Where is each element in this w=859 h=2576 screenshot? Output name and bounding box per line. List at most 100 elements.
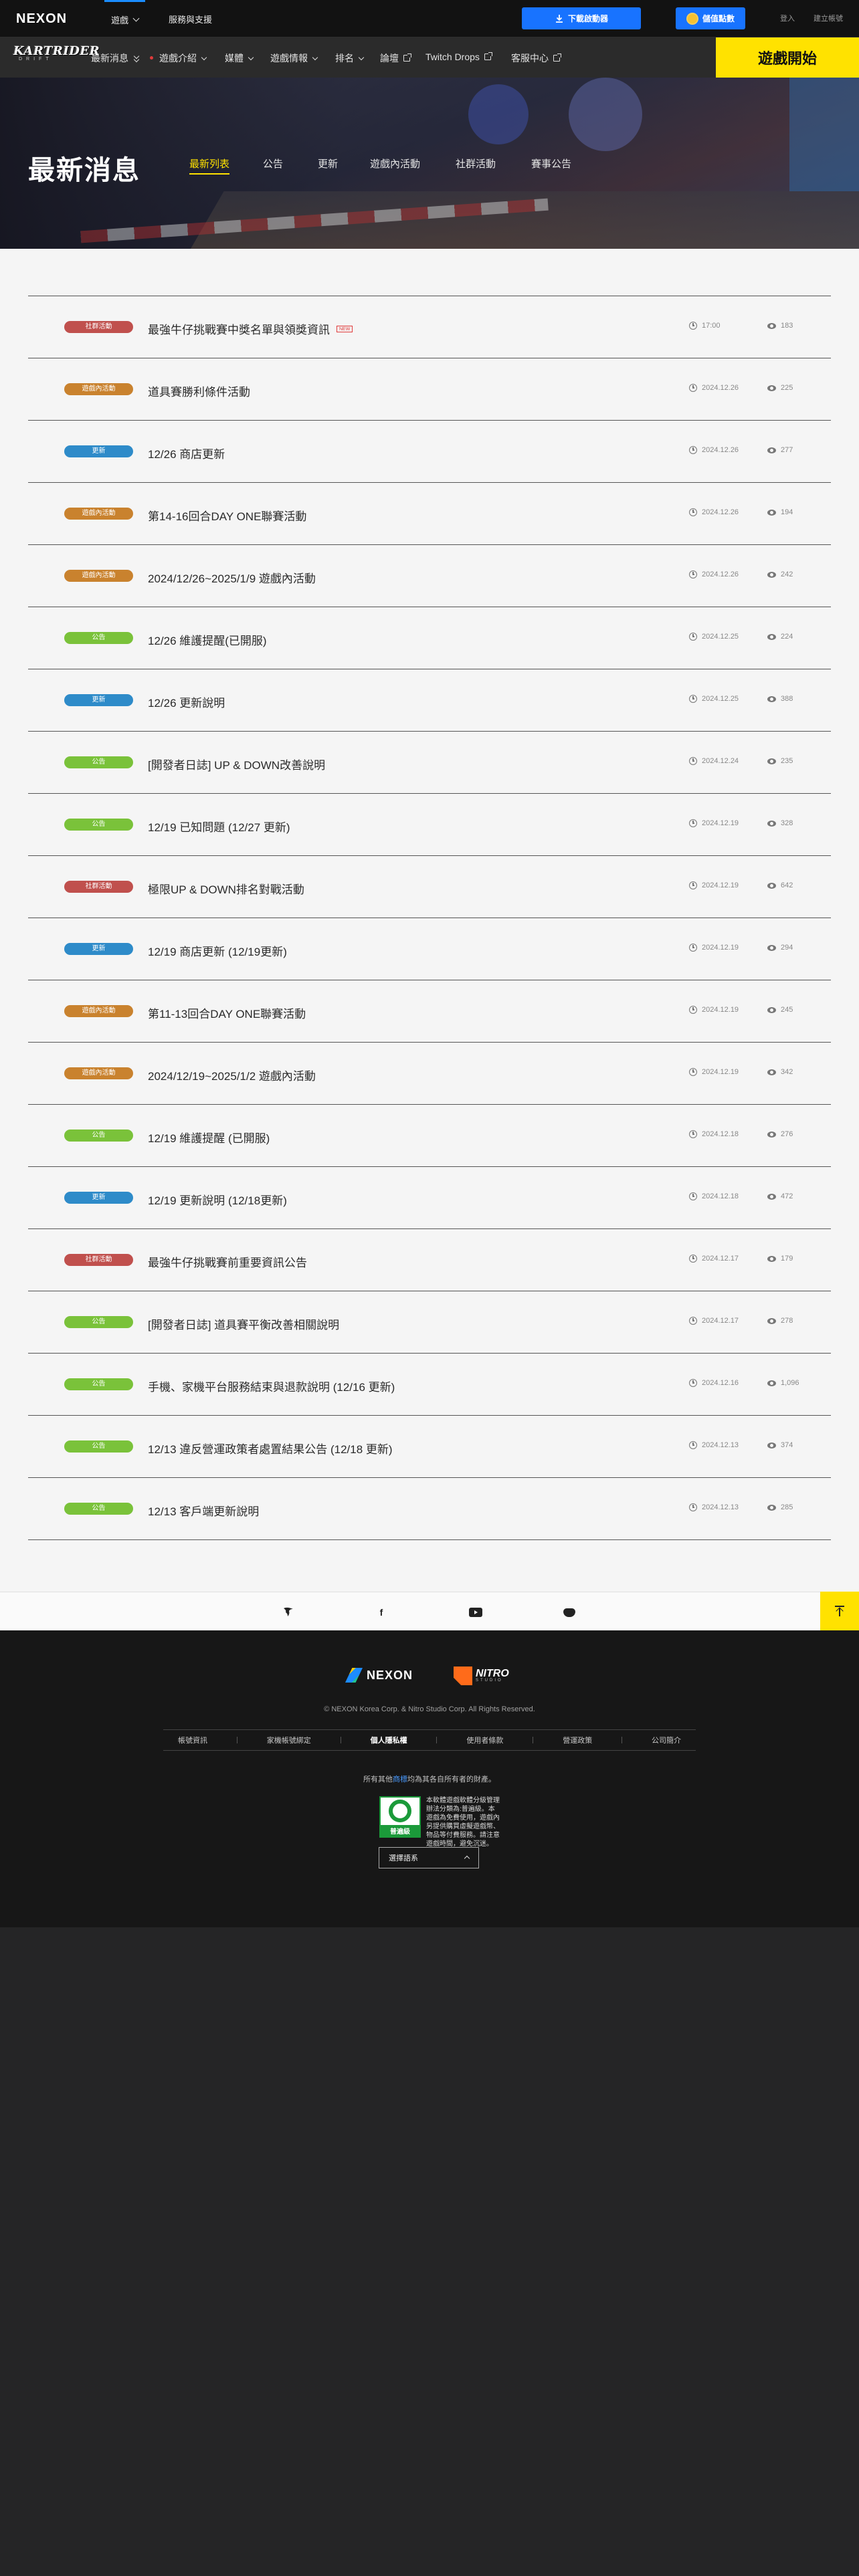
tab-announcements[interactable]: 公告	[263, 156, 283, 171]
news-row[interactable]: 公告 12/13 客戶端更新說明 2024.12.13 285	[28, 1478, 831, 1540]
news-row[interactable]: 社群活動 最強牛仔挑戰賽前重要資訊公告 2024.12.17 179	[28, 1229, 831, 1291]
tab-latest[interactable]: 最新列表	[189, 156, 230, 175]
news-title-wrap[interactable]: 12/19 更新說明 (12/18更新)	[148, 1191, 287, 1208]
footer-link-terms[interactable]: 使用者條款	[466, 1735, 503, 1745]
news-title-wrap[interactable]: 道具賽勝利條件活動	[148, 383, 250, 399]
news-title-wrap[interactable]: [開發者日誌] 道具賽平衡改善相關說明	[148, 1315, 339, 1332]
news-title[interactable]: 最強牛仔挑戰賽中獎名單與領獎資訊	[148, 320, 330, 337]
news-title[interactable]: 道具賽勝利條件活動	[148, 383, 250, 399]
news-title[interactable]: [開發者日誌] 道具賽平衡改善相關說明	[148, 1315, 339, 1332]
nav-media[interactable]: 媒體	[225, 51, 254, 65]
footer-nexon-logo[interactable]: NEXON	[345, 1668, 413, 1683]
tab-support[interactable]: 服務與支援	[169, 0, 212, 37]
news-title[interactable]: 12/13 違反營運政策者處置結果公告 (12/18 更新)	[148, 1440, 393, 1457]
footer-link-operation-policy[interactable]: 營運政策	[563, 1735, 592, 1745]
news-title[interactable]: 2024/12/19~2025/1/2 遊戲內活動	[148, 1067, 316, 1083]
nav-support-center[interactable]: 客服中心	[511, 51, 561, 65]
facebook-icon[interactable]: f	[374, 1605, 389, 1620]
news-title-wrap[interactable]: 極限UP & DOWN排名對戰活動	[148, 880, 304, 897]
nexon-logo[interactable]: NEXON	[16, 9, 67, 28]
news-row[interactable]: 遊戲內活動 道具賽勝利條件活動 2024.12.26 225	[28, 358, 831, 421]
youtube-icon[interactable]	[468, 1605, 483, 1620]
kartrider-logo[interactable]: KARTRIDER DRIFT	[13, 44, 100, 71]
footer-link-account-info[interactable]: 帳號資訊	[178, 1735, 207, 1745]
news-title-wrap[interactable]: 最強牛仔挑戰賽中獎名單與領獎資訊 NEW	[148, 320, 353, 337]
trademark-link[interactable]: 商標	[393, 1776, 407, 1784]
news-row[interactable]: 遊戲內活動 2024/12/26~2025/1/9 遊戲內活動 2024.12.26…	[28, 545, 831, 607]
news-title[interactable]: 12/26 維護提醒(已開服)	[148, 631, 267, 648]
login-link[interactable]: 登入	[780, 13, 795, 23]
footer-link-privacy[interactable]: 個人隱私權	[371, 1735, 407, 1745]
news-title[interactable]: 12/13 客戶端更新說明	[148, 1502, 259, 1519]
news-title-wrap[interactable]: 第11-13回合DAY ONE聯賽活動	[148, 1004, 306, 1021]
news-title[interactable]: 12/19 更新說明 (12/18更新)	[148, 1191, 287, 1208]
footer-link-console-binding[interactable]: 家機帳號綁定	[267, 1735, 311, 1745]
news-row[interactable]: 更新 12/26 商店更新 2024.12.26 277	[28, 421, 831, 483]
signup-link[interactable]: 建立帳號	[814, 13, 843, 23]
news-title-wrap[interactable]: 12/26 更新說明	[148, 693, 225, 710]
news-title-wrap[interactable]: 12/13 客戶端更新說明	[148, 1502, 259, 1519]
news-title-wrap[interactable]: 2024/12/19~2025/1/2 遊戲內活動	[148, 1067, 316, 1083]
news-title[interactable]: 極限UP & DOWN排名對戰活動	[148, 880, 304, 897]
language-select[interactable]: 選擇語系	[379, 1847, 479, 1868]
news-title[interactable]: 手機、家機平台服務結束與退款說明 (12/16 更新)	[148, 1378, 395, 1394]
discord-icon[interactable]	[562, 1605, 577, 1620]
news-row[interactable]: 社群活動 最強牛仔挑戰賽中獎名單與領獎資訊 NEW 17:00 183	[28, 296, 831, 358]
news-row[interactable]: 遊戲內活動 第11-13回合DAY ONE聯賽活動 2024.12.19 245	[28, 980, 831, 1043]
news-title-wrap[interactable]: 手機、家機平台服務結束與退款說明 (12/16 更新)	[148, 1378, 395, 1394]
news-row[interactable]: 更新 12/19 更新說明 (12/18更新) 2024.12.18 472	[28, 1167, 831, 1229]
top-up-button[interactable]: 儲值點數	[676, 7, 745, 29]
tab-tournament-notices[interactable]: 賽事公告	[531, 156, 571, 171]
news-row[interactable]: 更新 12/26 更新說明 2024.12.25 388	[28, 669, 831, 732]
news-title-wrap[interactable]: [開發者日誌] UP & DOWN改善說明	[148, 756, 325, 772]
tab-in-game-events[interactable]: 遊戲內活動	[370, 156, 420, 171]
news-title-wrap[interactable]: 12/19 商店更新 (12/19更新)	[148, 942, 287, 959]
news-title[interactable]: 第14-16回合DAY ONE聯賽活動	[148, 507, 306, 524]
news-row[interactable]: 公告 12/19 維護提醒 (已開服) 2024.12.18 276	[28, 1105, 831, 1167]
game-start-button[interactable]: 遊戲開始	[716, 37, 859, 78]
news-title[interactable]: 12/26 更新說明	[148, 693, 225, 710]
news-row[interactable]: 公告 12/19 已知問題 (12/27 更新) 2024.12.19 328	[28, 794, 831, 856]
news-row[interactable]: 遊戲內活動 第14-16回合DAY ONE聯賽活動 2024.12.26 194	[28, 483, 831, 545]
news-row[interactable]: 公告 [開發者日誌] 道具賽平衡改善相關說明 2024.12.17 278	[28, 1291, 831, 1354]
news-title[interactable]: 12/19 維護提醒 (已開服)	[148, 1129, 270, 1146]
news-title-wrap[interactable]: 最強牛仔挑戰賽前重要資訊公告	[148, 1253, 307, 1270]
news-title-wrap[interactable]: 2024/12/26~2025/1/9 遊戲內活動	[148, 569, 316, 586]
news-row[interactable]: 公告 12/13 違反營運政策者處置結果公告 (12/18 更新) 2024.12.…	[28, 1416, 831, 1478]
news-title-wrap[interactable]: 12/19 維護提醒 (已開服)	[148, 1129, 270, 1146]
tab-updates[interactable]: 更新	[318, 156, 338, 171]
news-row[interactable]: 遊戲內活動 2024/12/19~2025/1/2 遊戲內活動 2024.12.19…	[28, 1043, 831, 1105]
nav-game-info[interactable]: 遊戲情報	[270, 51, 318, 65]
twitch-icon[interactable]	[281, 1605, 296, 1620]
footer-link-company[interactable]: 公司簡介	[652, 1735, 681, 1745]
news-row[interactable]: 公告 手機、家機平台服務結束與退款說明 (12/16 更新) 2024.12.16 1…	[28, 1354, 831, 1416]
news-title[interactable]: 12/26 商店更新	[148, 445, 225, 461]
news-row[interactable]: 公告 12/26 維護提醒(已開服) 2024.12.25 224	[28, 607, 831, 669]
news-title[interactable]: 12/19 商店更新 (12/19更新)	[148, 942, 287, 959]
news-title-wrap[interactable]: 12/13 違反營運政策者處置結果公告 (12/18 更新)	[148, 1440, 393, 1457]
nav-news[interactable]: 最新消息	[91, 51, 153, 65]
footer-nitro-logo[interactable]: NITRO STUDIO	[454, 1667, 509, 1685]
arrow-up-icon	[835, 1606, 844, 1616]
news-title[interactable]: [開發者日誌] UP & DOWN改善說明	[148, 756, 325, 772]
news-title[interactable]: 最強牛仔挑戰賽前重要資訊公告	[148, 1253, 307, 1270]
news-title[interactable]: 第11-13回合DAY ONE聯賽活動	[148, 1004, 306, 1021]
scroll-to-top-button[interactable]	[820, 1592, 859, 1630]
download-launcher-button[interactable]: 下載啟動器	[522, 7, 641, 29]
news-title-wrap[interactable]: 第14-16回合DAY ONE聯賽活動	[148, 507, 306, 524]
news-title[interactable]: 12/19 已知問題 (12/27 更新)	[148, 818, 290, 835]
news-title-wrap[interactable]: 12/26 商店更新	[148, 445, 225, 461]
news-title-wrap[interactable]: 12/19 已知問題 (12/27 更新)	[148, 818, 290, 835]
nav-forum[interactable]: 論壇	[380, 51, 411, 65]
news-row[interactable]: 更新 12/19 商店更新 (12/19更新) 2024.12.19 294	[28, 918, 831, 980]
news-row[interactable]: 公告 [開發者日誌] UP & DOWN改善說明 2024.12.24 235	[28, 732, 831, 794]
news-title[interactable]: 2024/12/26~2025/1/9 遊戲內活動	[148, 569, 316, 586]
news-title-wrap[interactable]: 12/26 維護提醒(已開服)	[148, 631, 267, 648]
tab-community-events[interactable]: 社群活動	[456, 156, 496, 171]
tab-games[interactable]: 遊戲	[104, 0, 146, 37]
top-up-label: 儲值點數	[702, 14, 735, 23]
nav-game-intro[interactable]: 遊戲介紹	[159, 51, 207, 65]
nav-twitch-drops[interactable]: Twitch Drops	[425, 51, 492, 62]
nav-ranking[interactable]: 排名	[335, 51, 365, 65]
news-row[interactable]: 社群活動 極限UP & DOWN排名對戰活動 2024.12.19 642	[28, 856, 831, 918]
